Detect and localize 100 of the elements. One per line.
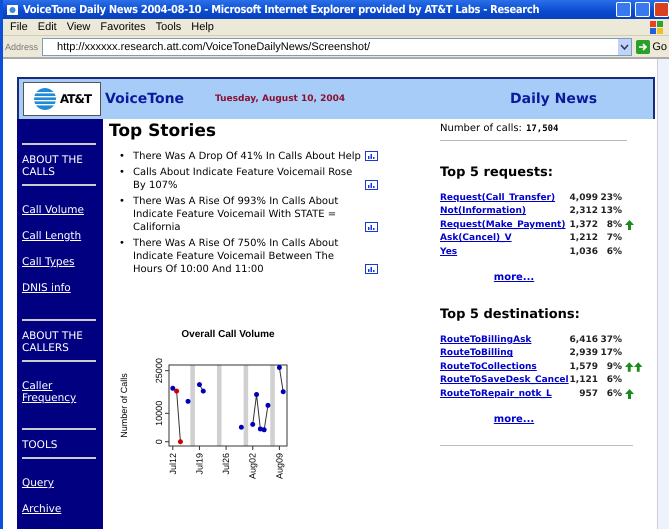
x-tick-label: Aug09	[274, 453, 284, 480]
bullet: •	[119, 166, 126, 179]
up-arrow-icon	[625, 220, 634, 230]
percent-text: 8%	[606, 218, 622, 232]
list-link[interactable]: RouteToCollections	[440, 360, 564, 374]
sidebar-link[interactable]: Call Volume	[22, 204, 102, 216]
story-text: There Was A Rise Of 750% In Calls About Indicate Feature Voicemail Between The Hours Of 10:00 And 11:00	[133, 237, 340, 276]
chart-icon[interactable]	[365, 222, 378, 232]
x-tick: Jul12	[168, 446, 178, 475]
percent-text: 6%	[606, 388, 622, 400]
story-text: There Was A Drop Of 41% In Calls About Help	[133, 150, 361, 163]
list-link[interactable]: Yes	[440, 246, 564, 258]
chart-title: Overall Call Volume	[181, 329, 275, 340]
maximize-button[interactable]	[635, 2, 650, 17]
chart-icon[interactable]	[365, 264, 378, 274]
more-link[interactable]: more...	[494, 272, 534, 284]
list-link[interactable]: Not(Information)	[440, 205, 564, 218]
more-link[interactable]: more...	[494, 414, 534, 426]
list-link[interactable]: RouteToBillingAsk	[440, 334, 564, 346]
data-point	[238, 424, 244, 430]
calls-count: 17,504	[526, 124, 558, 134]
list-link[interactable]: RouteToRepair_notk_L	[440, 388, 564, 400]
x-tick-label: Jul12	[168, 453, 178, 475]
menu-item[interactable]: View	[62, 21, 96, 33]
list-link[interactable]: RouteToBilling	[440, 347, 564, 360]
go-button[interactable]: Go	[636, 40, 667, 54]
x-tick: Jul19	[194, 446, 204, 475]
address-label: Address	[5, 42, 38, 52]
count-text: 1,372	[568, 218, 598, 232]
percent-text: 6%	[606, 246, 622, 258]
section-title: Daily News	[510, 91, 598, 107]
y-tick-label: 25000	[154, 358, 164, 384]
scrollbar[interactable]	[657, 59, 669, 529]
address-field[interactable]: http://xxxxxx.research.att.com/VoiceToneDailyNews/Screenshot/	[42, 38, 632, 56]
y-tick: 25000	[154, 358, 170, 384]
percent-text: 7%	[606, 232, 622, 245]
y-tick: 10000	[154, 400, 170, 426]
count-text: 1,212	[568, 232, 598, 245]
story-text: Calls About Indicate Feature Voicemail Rose By 107%	[133, 166, 354, 192]
percent-text: 13%	[599, 205, 622, 218]
percent-text: 37%	[599, 334, 622, 346]
page-heading: Top Stories	[109, 121, 218, 141]
sidebar-link[interactable]: Call Length	[22, 230, 102, 242]
y-tick-label: 10000	[154, 400, 164, 426]
percent-text: 17%	[599, 347, 622, 360]
sidebar-heading: TOOLS	[22, 428, 96, 459]
x-tick: Aug02	[248, 446, 258, 480]
x-tick: Jul26	[221, 446, 232, 475]
bullet: •	[119, 237, 126, 250]
count-text: 2,312	[568, 205, 598, 218]
count-text: 1,579	[568, 360, 598, 374]
percent-text: 9%	[606, 360, 622, 374]
count-text: 1,036	[568, 246, 598, 258]
date-text: Tuesday, August 10, 2004	[215, 94, 346, 104]
data-point	[178, 439, 183, 444]
logo: AT&T	[23, 82, 101, 116]
data-point	[250, 422, 256, 427]
menu-item[interactable]: Edit	[32, 21, 62, 33]
sidebar-link[interactable]: Archive	[22, 503, 102, 515]
menu-item[interactable]: File	[5, 21, 33, 33]
dropdown-icon[interactable]	[618, 38, 632, 54]
count-text: 4,099	[568, 192, 598, 204]
percent-text: 23%	[599, 192, 622, 204]
count-text: 957	[578, 388, 598, 400]
menu-item[interactable]: Help	[186, 21, 219, 33]
y-axis-label: Number of Calls	[119, 373, 129, 438]
browser-icon	[6, 3, 19, 16]
sidebar-heading: ABOUT THE CALLS	[22, 143, 96, 186]
list-link[interactable]: Request(Make_Payment)	[440, 218, 564, 232]
list-heading: Top 5 requests:	[440, 165, 554, 180]
sidebar-link[interactable]: Call Types	[22, 256, 102, 268]
data-point	[265, 402, 270, 408]
count-text: 2,939	[568, 347, 598, 360]
up-arrow-icon	[625, 388, 634, 399]
sidebar-link[interactable]: Query	[22, 477, 102, 489]
list-link[interactable]: Request(Call_Transfer)	[440, 192, 564, 204]
menu-item[interactable]: Tools	[150, 21, 186, 33]
sidebar-link[interactable]: Caller Frequency	[22, 380, 102, 404]
y-tick-label: 0	[154, 439, 164, 444]
bullet: •	[119, 150, 126, 163]
count-text: 6,416	[568, 334, 598, 346]
up-arrow-icon	[625, 362, 634, 372]
x-tick: Aug09	[274, 446, 284, 480]
data-point	[276, 365, 282, 370]
close-button[interactable]	[654, 2, 669, 17]
windows-flag-icon	[649, 20, 665, 34]
window-title: VoiceTone Daily News 2004-08-10 - Microsoft Internet Explorer provided by AT&T Labs - Research	[23, 3, 540, 16]
data-point	[254, 392, 260, 398]
sidebar-link[interactable]: DNIS info	[22, 282, 102, 294]
menu-item[interactable]: Favorites	[95, 21, 151, 33]
x-tick-label: Aug02	[248, 453, 258, 480]
list-link[interactable]: Ask(Cancel)_V	[440, 232, 564, 245]
minimize-button[interactable]	[616, 2, 631, 17]
app-name: VoiceTone	[105, 91, 186, 107]
y-tick: 0	[154, 439, 170, 444]
chart-icon[interactable]	[364, 151, 378, 161]
calls-label: Number of calls:	[440, 123, 522, 134]
up-arrow-icon	[634, 362, 642, 372]
sidebar-heading: ABOUT THE CALLERS	[22, 318, 96, 362]
chart-icon[interactable]	[365, 180, 378, 190]
